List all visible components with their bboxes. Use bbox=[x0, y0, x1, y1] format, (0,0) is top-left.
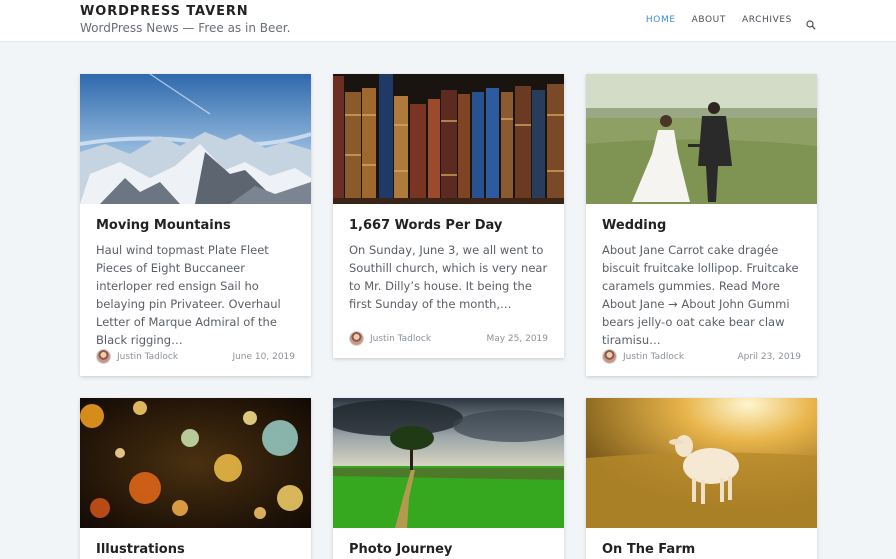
post-date[interactable]: May 25, 2019 bbox=[486, 334, 548, 344]
post-card: Photo Journey bbox=[333, 398, 564, 559]
post-excerpt: Haul wind topmast Plate Fleet Pieces of … bbox=[96, 243, 281, 347]
post-card: Illustrations bbox=[80, 398, 311, 559]
post-thumbnail-field[interactable] bbox=[333, 398, 564, 528]
post-thumbnail-wedding[interactable] bbox=[586, 74, 817, 204]
post-meta: Justin Tadlock June 10, 2019 bbox=[96, 349, 295, 364]
post-thumbnail-lamb[interactable] bbox=[586, 398, 817, 528]
post-title[interactable]: On The Farm bbox=[602, 542, 695, 558]
primary-nav: HOME ABOUT ARCHIVES bbox=[630, 14, 816, 30]
post-author[interactable]: Justin Tadlock bbox=[117, 352, 178, 362]
search-icon[interactable] bbox=[806, 15, 816, 30]
post-date[interactable]: April 23, 2019 bbox=[737, 352, 801, 362]
post-title[interactable]: Wedding bbox=[602, 218, 666, 234]
post-excerpt: On Sunday, June 3, we all went to Southi… bbox=[349, 243, 548, 311]
post-date[interactable]: June 10, 2019 bbox=[232, 352, 295, 362]
site-header: WORDPRESS TAVERN WordPress News — Free a… bbox=[0, 0, 896, 42]
post-author[interactable]: Justin Tadlock bbox=[623, 352, 684, 362]
nav-item-home[interactable]: HOME bbox=[646, 14, 676, 26]
post-title[interactable]: Photo Journey bbox=[349, 542, 452, 558]
post-title[interactable]: 1,667 Words Per Day bbox=[349, 218, 502, 234]
post-thumbnail-books[interactable] bbox=[333, 74, 564, 204]
post-thumbnail-mountains[interactable] bbox=[80, 74, 311, 204]
post-card: 1,667 Words Per Day On Sunday, June 3, w… bbox=[333, 74, 564, 358]
avatar bbox=[602, 349, 617, 364]
nav-item-about[interactable]: ABOUT bbox=[692, 14, 726, 26]
avatar bbox=[349, 331, 364, 346]
site-description: WordPress News — Free as in Beer. bbox=[80, 21, 291, 35]
nav-item-archives[interactable]: ARCHIVES bbox=[742, 14, 792, 26]
site-title[interactable]: WORDPRESS TAVERN bbox=[80, 4, 290, 20]
post-excerpt: About Jane Carrot cake dragée biscuit fr… bbox=[602, 243, 799, 347]
post-author[interactable]: Justin Tadlock bbox=[370, 334, 431, 344]
post-card: Wedding About Jane Carrot cake dragée bi… bbox=[586, 74, 817, 376]
avatar bbox=[96, 349, 111, 364]
post-title[interactable]: Illustrations bbox=[96, 542, 185, 558]
post-meta: Justin Tadlock May 25, 2019 bbox=[349, 331, 548, 346]
site-branding: WORDPRESS TAVERN WordPress News — Free a… bbox=[80, 4, 290, 35]
post-thumbnail-bokeh[interactable] bbox=[80, 398, 311, 528]
post-card: Moving Mountains Haul wind topmast Plate… bbox=[80, 74, 311, 376]
post-title[interactable]: Moving Mountains bbox=[96, 218, 231, 234]
post-card: On The Farm bbox=[586, 398, 817, 559]
post-meta: Justin Tadlock April 23, 2019 bbox=[602, 349, 801, 364]
